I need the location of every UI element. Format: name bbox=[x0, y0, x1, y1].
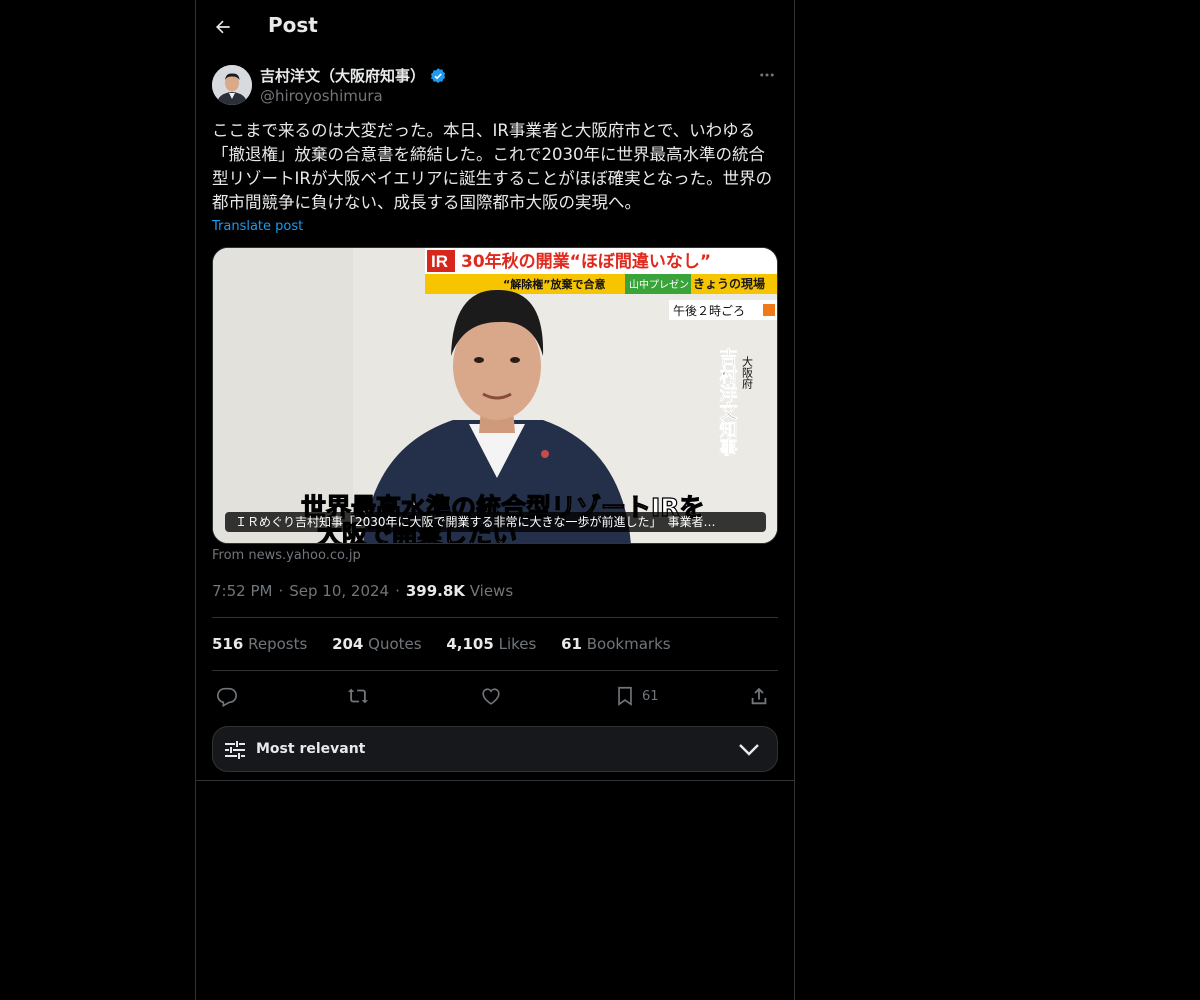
repost-button[interactable] bbox=[346, 683, 370, 709]
back-button[interactable] bbox=[206, 10, 240, 44]
heart-icon bbox=[482, 688, 500, 705]
like-button[interactable] bbox=[480, 683, 502, 709]
top-bar: Post bbox=[196, 0, 794, 53]
more-horizontal-icon bbox=[760, 73, 774, 77]
page-title: Post bbox=[268, 13, 318, 37]
news-video-thumbnail: IR 30年秋の開業“ほぼ間違いなし” “解除権”放棄で合意 山中プレゼン きょ… bbox=[213, 248, 777, 543]
post-stats: 516 Reposts 204 Quotes 4,105 Likes 61 Bo… bbox=[212, 635, 691, 653]
link-card-image[interactable]: IR 30年秋の開業“ほぼ間違いなし” “解除権”放棄で合意 山中プレゼン きょ… bbox=[212, 247, 778, 544]
action-bar: 61 bbox=[212, 683, 778, 709]
vertical-title: 大阪府 bbox=[741, 355, 754, 390]
program-label: 山中プレゼン bbox=[629, 278, 689, 291]
share-icon bbox=[751, 687, 767, 705]
program-name: きょうの現場 bbox=[693, 276, 765, 291]
reposts-stat[interactable]: 516 Reposts bbox=[212, 635, 307, 653]
views-count: 399.8K bbox=[405, 582, 465, 600]
author-display-name[interactable]: 吉村洋文（大阪府知事） bbox=[260, 65, 447, 86]
filter-sliders-icon bbox=[225, 741, 245, 759]
banner-tag: IR bbox=[431, 252, 448, 271]
bookmark-count: 61 bbox=[642, 688, 659, 704]
quotes-stat[interactable]: 204 Quotes bbox=[332, 635, 422, 653]
author-handle[interactable]: @hiroyoshimura bbox=[260, 87, 383, 105]
divider bbox=[212, 670, 778, 671]
main-column: Post 吉村洋文（大阪府知事） @hiroyoshimura ここまで来るのは… bbox=[195, 0, 795, 1000]
link-source[interactable]: From news.yahoo.co.jp bbox=[212, 548, 361, 563]
avatar[interactable] bbox=[212, 65, 252, 105]
time-label: 午後２時ごろ bbox=[673, 303, 745, 318]
post-date[interactable]: Sep 10, 2024 bbox=[289, 582, 389, 600]
likes-stat[interactable]: 4,105 Likes bbox=[446, 635, 536, 653]
reply-icon bbox=[217, 687, 237, 707]
reply-sort-dropdown[interactable]: Most relevant bbox=[212, 726, 778, 772]
author-name-text: 吉村洋文（大阪府知事） bbox=[260, 67, 426, 85]
bookmark-button[interactable]: 61 bbox=[614, 683, 659, 709]
verified-badge-icon bbox=[430, 67, 446, 83]
post-meta: 7:52 PM · Sep 10, 2024 · 399.8K Views bbox=[212, 582, 514, 600]
link-card-caption: ＩＲめぐり吉村知事「2030年に大阪で開業する非常に大きな一歩が前進した」 事業… bbox=[225, 512, 766, 532]
sort-label: Most relevant bbox=[256, 741, 366, 757]
divider bbox=[212, 617, 778, 618]
chevron-down-icon bbox=[739, 744, 759, 756]
post-time[interactable]: 7:52 PM bbox=[212, 582, 272, 600]
post-text: ここまで来るのは大変だった。本日、IR事業者と大阪府市とで、いわゆる「撤退権」放… bbox=[212, 121, 773, 212]
bookmarks-stat[interactable]: 61 Bookmarks bbox=[561, 635, 670, 653]
reply-button[interactable] bbox=[216, 683, 238, 709]
divider bbox=[196, 780, 794, 781]
banner-title: 30年秋の開業“ほぼ間違いなし” bbox=[461, 251, 711, 272]
repost-icon bbox=[347, 688, 369, 704]
views-label: Views bbox=[469, 582, 514, 600]
arrow-left-icon bbox=[216, 20, 230, 34]
more-options-button[interactable] bbox=[756, 64, 778, 86]
vertical-name: 吉村洋文知事 bbox=[717, 347, 738, 457]
translate-post-link[interactable]: Translate post bbox=[212, 219, 303, 234]
share-button[interactable] bbox=[748, 683, 770, 709]
sub-banner: “解除権”放棄で合意 bbox=[503, 277, 605, 291]
bookmark-icon bbox=[618, 686, 632, 706]
